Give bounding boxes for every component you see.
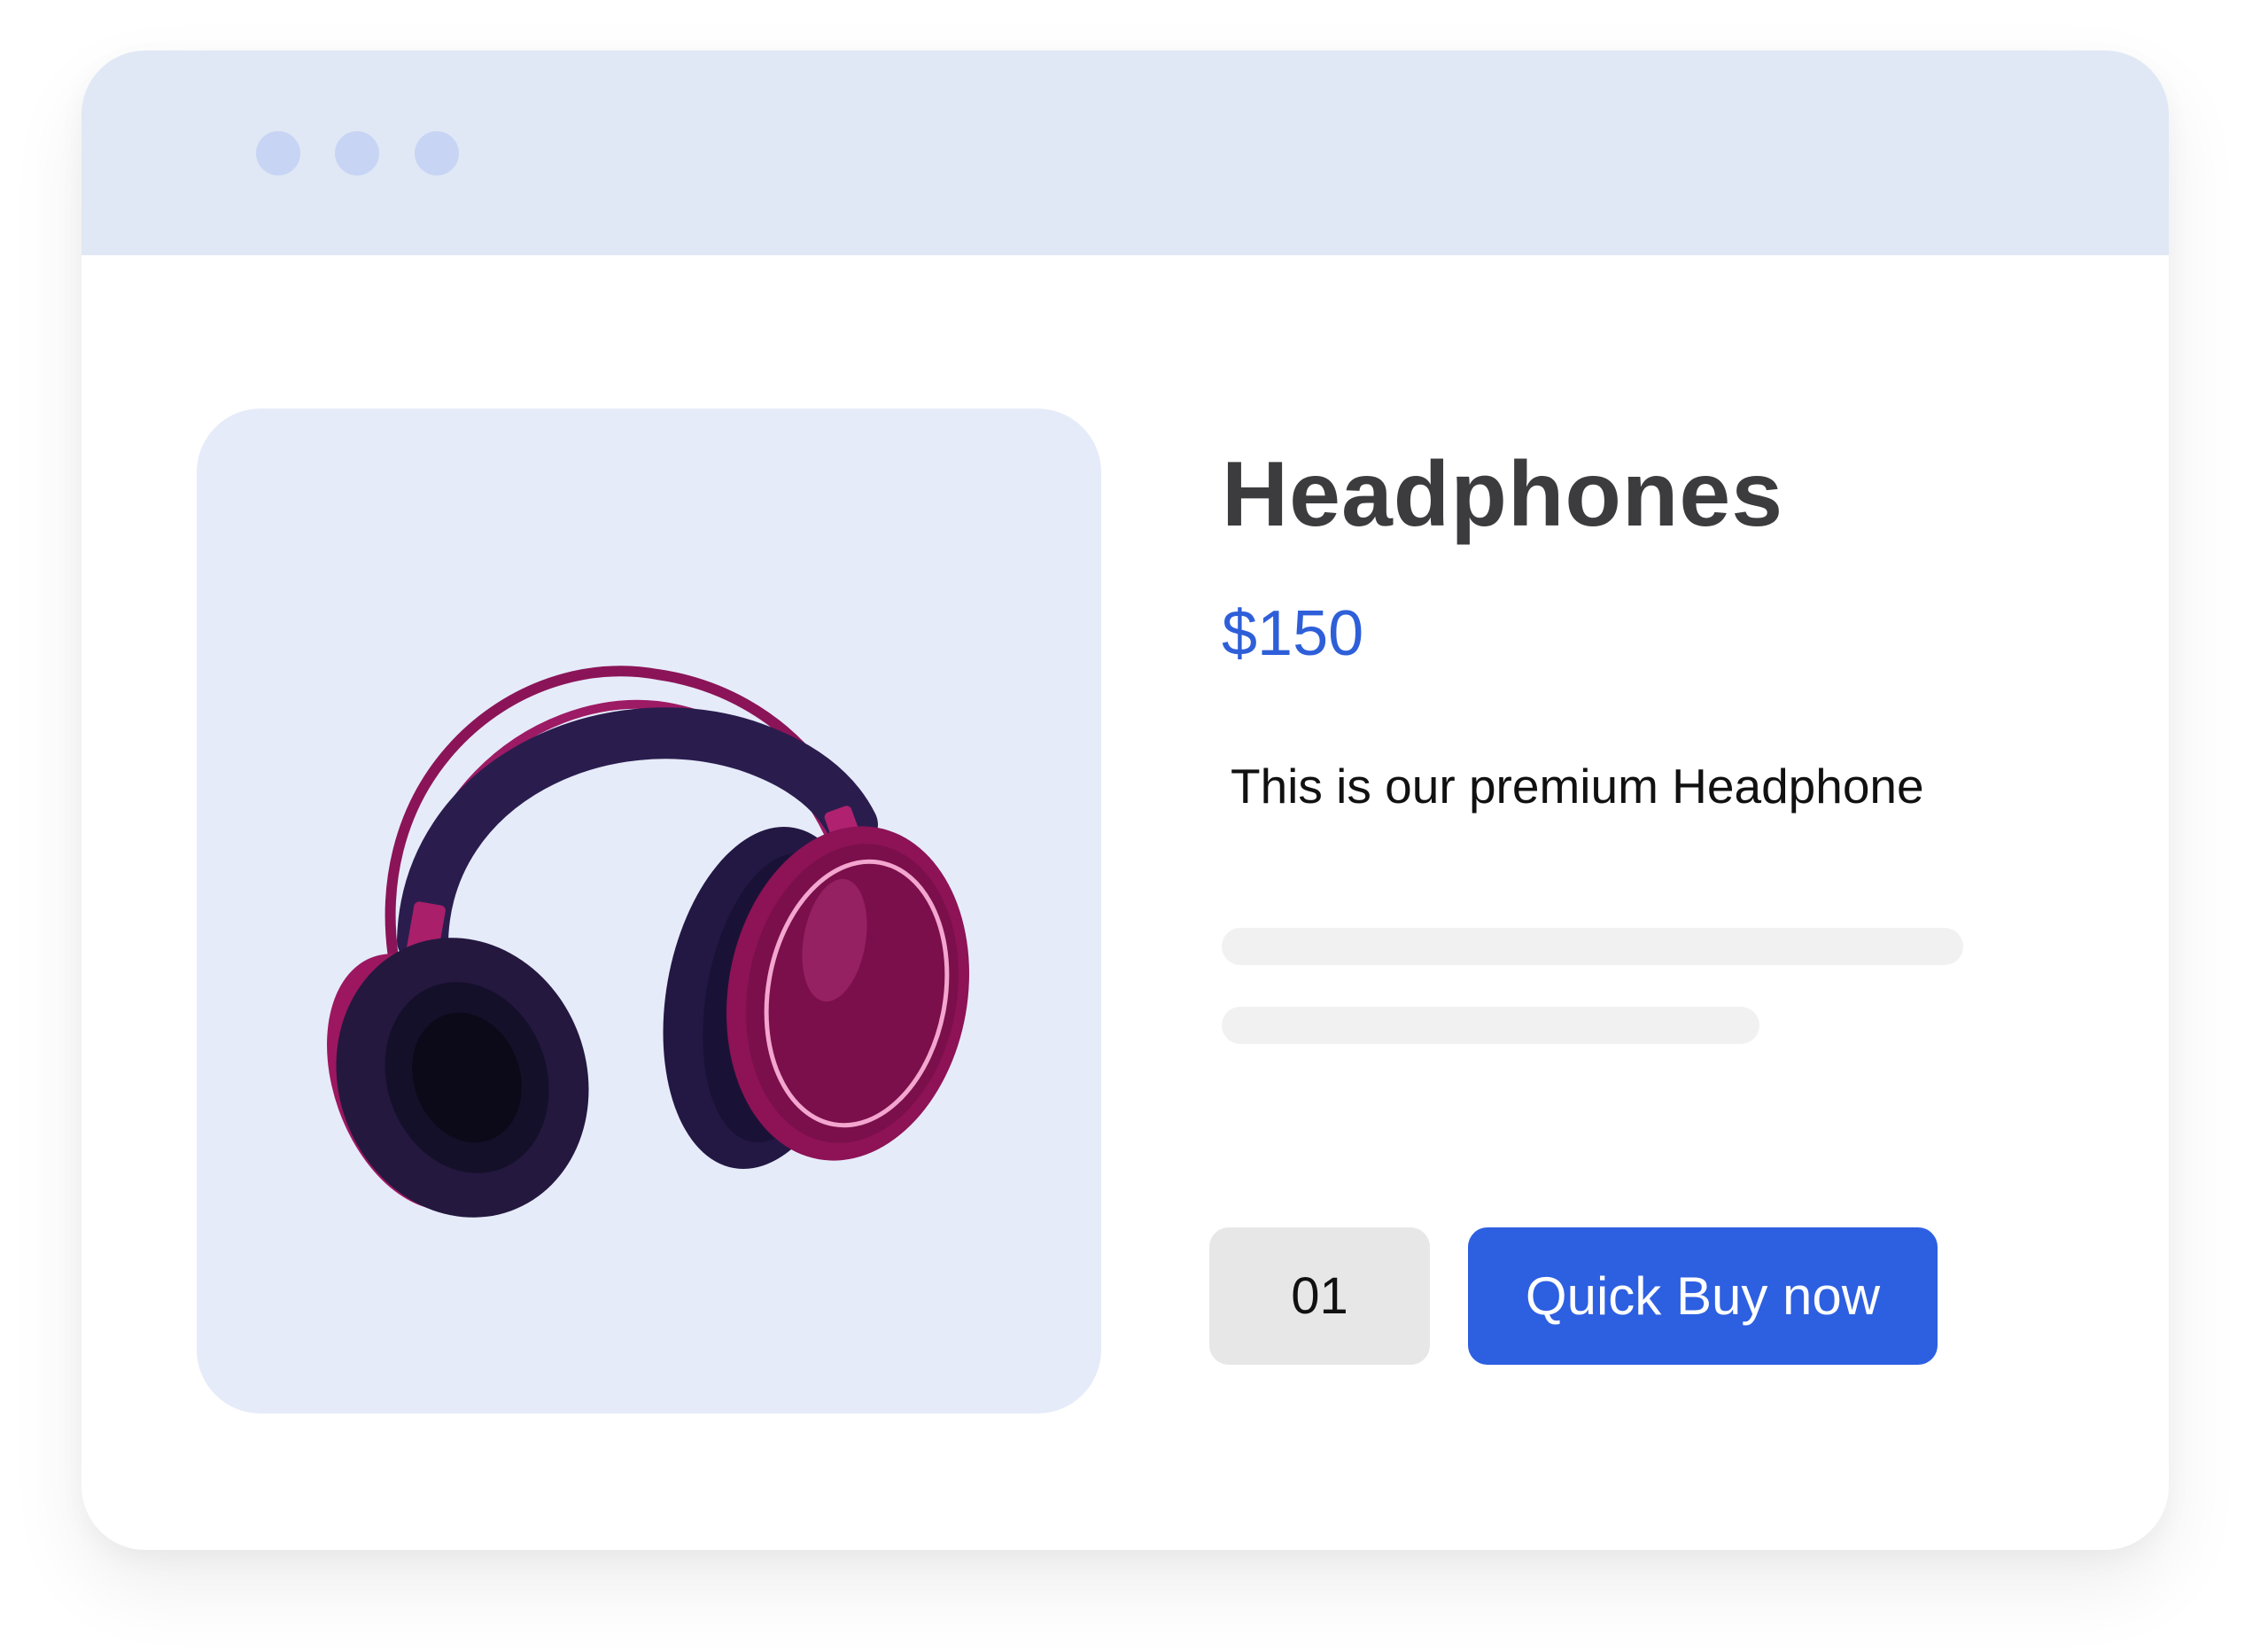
headphones-image: [327, 666, 969, 1218]
browser-window: Headphones $150 This is our premium Head…: [82, 51, 2169, 1550]
product-title: Headphones: [1222, 443, 1784, 546]
product-description: This is our premium Headphone: [1231, 759, 1924, 814]
window-minimize-dot[interactable]: [335, 131, 379, 175]
quantity-input[interactable]: [1209, 1227, 1430, 1365]
product-image-card: [197, 409, 1101, 1413]
window-maximize-dot[interactable]: [415, 131, 459, 175]
product-price: $150: [1222, 598, 1364, 669]
quick-buy-button[interactable]: Quick Buy now: [1468, 1227, 1938, 1365]
window-close-dot[interactable]: [256, 131, 300, 175]
window-titlebar: [82, 51, 2169, 255]
skeleton-line: [1222, 928, 1963, 965]
skeleton-line: [1222, 1007, 1759, 1044]
